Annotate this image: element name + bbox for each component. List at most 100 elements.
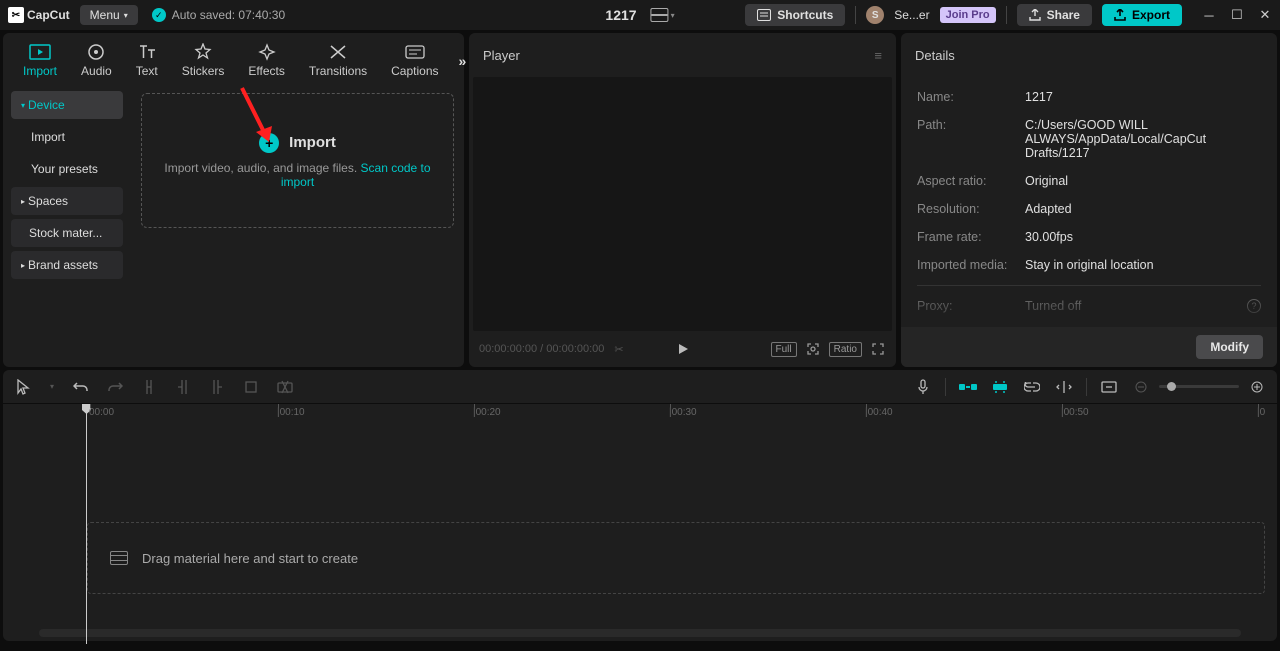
- logo-text: CapCut: [27, 8, 70, 22]
- close-button[interactable]: ✕: [1258, 8, 1272, 22]
- export-label: Export: [1132, 8, 1170, 22]
- crop-icon[interactable]: ✂: [614, 343, 623, 356]
- username: Se...er: [894, 8, 929, 22]
- magnet-auto-button[interactable]: [990, 377, 1010, 397]
- logo-icon: ✂: [8, 7, 24, 23]
- tab-stickers[interactable]: Stickers: [170, 39, 237, 82]
- crop-tool[interactable]: [241, 377, 261, 397]
- details-body: Name:1217 Path:C:/Users/GOOD WILL ALWAYS…: [901, 77, 1277, 327]
- join-pro-badge[interactable]: Join Pro: [940, 7, 996, 23]
- tab-label: Audio: [81, 64, 112, 78]
- import-description: Import video, audio, and image files. Sc…: [142, 161, 453, 189]
- split-tool[interactable]: [139, 377, 159, 397]
- delete-tool[interactable]: [275, 377, 295, 397]
- detail-row-proxy: Proxy:Turned off?: [917, 292, 1261, 320]
- layout-toggle[interactable]: ▾: [651, 8, 675, 22]
- ruler-tick: |00:50: [1061, 407, 1089, 418]
- detail-value: Stay in original location: [1025, 258, 1261, 272]
- tab-import[interactable]: Import: [11, 39, 69, 82]
- minimize-button[interactable]: ─: [1202, 8, 1216, 22]
- timeline-ruler[interactable]: 00:00 |00:10 |00:20 |00:30 |00:40 |00:50…: [81, 404, 1277, 424]
- trim-left-tool[interactable]: [173, 377, 193, 397]
- sidebar-item-presets[interactable]: Your presets: [11, 155, 123, 183]
- share-icon: [1029, 9, 1041, 21]
- top-right: Shortcuts S Se...er Join Pro Share Expor…: [745, 4, 1272, 26]
- import-area: + Import Import video, audio, and image …: [131, 83, 464, 367]
- zoom-slider[interactable]: [1131, 377, 1267, 397]
- play-button[interactable]: [676, 342, 690, 356]
- time-total: 00:00:00:00: [546, 343, 604, 355]
- zoom-track[interactable]: [1159, 385, 1239, 388]
- link-button[interactable]: [1022, 377, 1042, 397]
- timeline-tracks[interactable]: Drag material here and start to create: [3, 424, 1277, 629]
- detail-value: 30.00fps: [1025, 230, 1261, 244]
- focus-icon[interactable]: [805, 341, 821, 357]
- shortcuts-button[interactable]: Shortcuts: [745, 4, 845, 26]
- sidebar-item-spaces[interactable]: ▸Spaces: [11, 187, 123, 215]
- tab-captions[interactable]: Captions: [379, 39, 450, 82]
- modify-button[interactable]: Modify: [1196, 335, 1263, 359]
- sidebar-item-stock[interactable]: Stock mater...: [11, 219, 123, 247]
- mic-button[interactable]: [913, 377, 933, 397]
- import-dropzone[interactable]: + Import Import video, audio, and image …: [141, 93, 454, 228]
- tab-label: Transitions: [309, 64, 367, 78]
- zoom-thumb[interactable]: [1167, 382, 1176, 391]
- plus-icon: +: [259, 133, 279, 153]
- detail-label: Path:: [917, 118, 1025, 160]
- pointer-tool[interactable]: [13, 377, 33, 397]
- detail-value: Turned off: [1025, 299, 1247, 313]
- menu-button[interactable]: Menu ▾: [80, 5, 138, 25]
- zoom-out-button[interactable]: [1131, 377, 1151, 397]
- sidebar-label: Device: [28, 98, 65, 112]
- full-button[interactable]: Full: [771, 342, 797, 357]
- sidebar-item-device[interactable]: ▾Device: [11, 91, 123, 119]
- separator: [945, 378, 946, 396]
- detail-label: Imported media:: [917, 258, 1025, 272]
- check-icon: ✓: [152, 8, 166, 22]
- player-viewport[interactable]: [473, 77, 892, 331]
- tab-text[interactable]: Text: [124, 39, 170, 82]
- text-icon: [138, 43, 156, 61]
- share-button[interactable]: Share: [1017, 4, 1092, 26]
- preview-mode-button[interactable]: [1099, 377, 1119, 397]
- timeline-scrollbar[interactable]: [39, 629, 1241, 637]
- sidebar-item-import[interactable]: Import: [11, 123, 123, 151]
- transitions-icon: [329, 43, 347, 61]
- detail-value: C:/Users/GOOD WILL ALWAYS/AppData/Local/…: [1025, 118, 1261, 160]
- info-icon[interactable]: ?: [1247, 299, 1261, 313]
- detail-value: Adapted: [1025, 202, 1261, 216]
- trim-right-tool[interactable]: [207, 377, 227, 397]
- timeline-drop-hint[interactable]: Drag material here and start to create: [87, 522, 1265, 594]
- chevron-down-icon: ▾: [671, 11, 675, 20]
- media-tabs: Import Audio Text Stickers Effects Trans…: [3, 33, 464, 83]
- modify-row: Modify: [901, 327, 1277, 367]
- fullscreen-icon[interactable]: [870, 341, 886, 357]
- player-menu-icon[interactable]: ≡: [874, 48, 882, 63]
- magnet-main-button[interactable]: [958, 377, 978, 397]
- maximize-button[interactable]: ☐: [1230, 8, 1244, 22]
- sidebar-label: Brand assets: [28, 258, 98, 272]
- import-title: Import: [289, 134, 336, 151]
- align-button[interactable]: [1054, 377, 1074, 397]
- redo-button[interactable]: [105, 377, 125, 397]
- export-button[interactable]: Export: [1102, 4, 1182, 26]
- top-bar: ✂ CapCut Menu ▾ ✓ Auto saved: 07:40:30 1…: [0, 0, 1280, 30]
- pointer-options[interactable]: ▾: [47, 377, 57, 397]
- ratio-button[interactable]: Ratio: [829, 342, 862, 357]
- player-panel: Player ≡ 00:00:00:00 / 00:00:00:00 ✂ Ful…: [469, 33, 896, 367]
- tab-audio[interactable]: Audio: [69, 39, 124, 82]
- drop-hint-text: Drag material here and start to create: [142, 551, 358, 566]
- menu-label: Menu: [90, 8, 120, 22]
- undo-button[interactable]: [71, 377, 91, 397]
- user-avatar[interactable]: S: [866, 6, 884, 24]
- detail-label: Name:: [917, 90, 1025, 104]
- zoom-in-button[interactable]: [1247, 377, 1267, 397]
- sidebar-item-brand[interactable]: ▸Brand assets: [11, 251, 123, 279]
- tab-effects[interactable]: Effects: [236, 39, 296, 82]
- sidebar-label: Spaces: [28, 194, 68, 208]
- import-icon: [29, 43, 51, 61]
- ruler-tick: |00:20: [473, 407, 501, 418]
- detail-row-fps: Frame rate:30.00fps: [917, 223, 1261, 251]
- player-title: Player: [483, 48, 520, 63]
- tab-transitions[interactable]: Transitions: [297, 39, 379, 82]
